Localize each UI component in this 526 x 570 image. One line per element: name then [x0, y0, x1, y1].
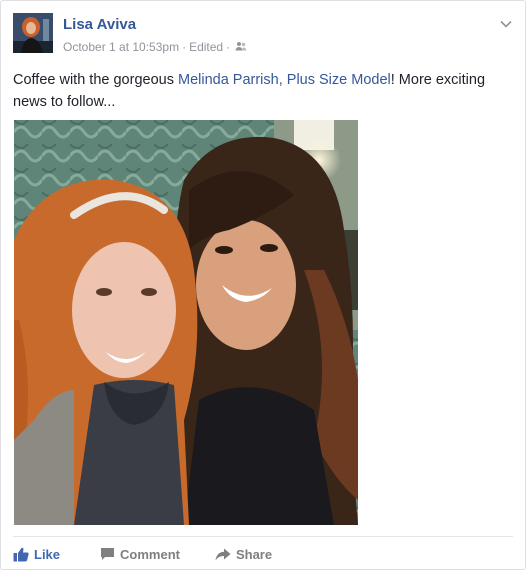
- thumbs-up-icon: [13, 547, 29, 561]
- tagged-person-link[interactable]: Melinda Parrish, Plus Size Model: [178, 72, 391, 88]
- share-label: Share: [235, 546, 273, 562]
- avatar[interactable]: [13, 13, 53, 53]
- meta-separator: ·: [182, 40, 187, 54]
- post-photo[interactable]: [14, 120, 358, 525]
- comment-icon: [101, 548, 115, 560]
- selfie-photo: [14, 120, 358, 525]
- chevron-down-icon[interactable]: [499, 17, 513, 31]
- post-meta: October 1 at 10:53pm · Edited ·: [63, 40, 247, 54]
- action-bar: Like Comment Share: [13, 542, 272, 566]
- actions-divider: [13, 536, 513, 537]
- post-text-before: Coffee with the gorgeous: [13, 72, 178, 88]
- author-name[interactable]: Lisa Aviva: [63, 16, 136, 33]
- post-card: Lisa Aviva October 1 at 10:53pm · Edited…: [0, 0, 526, 570]
- comment-label: Comment: [120, 546, 180, 562]
- meta-separator: ·: [226, 40, 231, 54]
- edited-label[interactable]: Edited: [189, 40, 223, 54]
- comment-button[interactable]: Comment: [100, 547, 180, 562]
- avatar-image: [13, 13, 53, 53]
- share-arrow-icon: [215, 548, 231, 560]
- friends-icon[interactable]: [235, 40, 247, 54]
- post-text: Coffee with the gorgeous Melinda Parrish…: [13, 69, 513, 113]
- like-label: Like: [34, 546, 61, 562]
- like-button[interactable]: Like: [13, 547, 60, 562]
- post-timestamp[interactable]: October 1 at 10:53pm: [63, 40, 179, 54]
- share-button[interactable]: Share: [215, 547, 272, 562]
